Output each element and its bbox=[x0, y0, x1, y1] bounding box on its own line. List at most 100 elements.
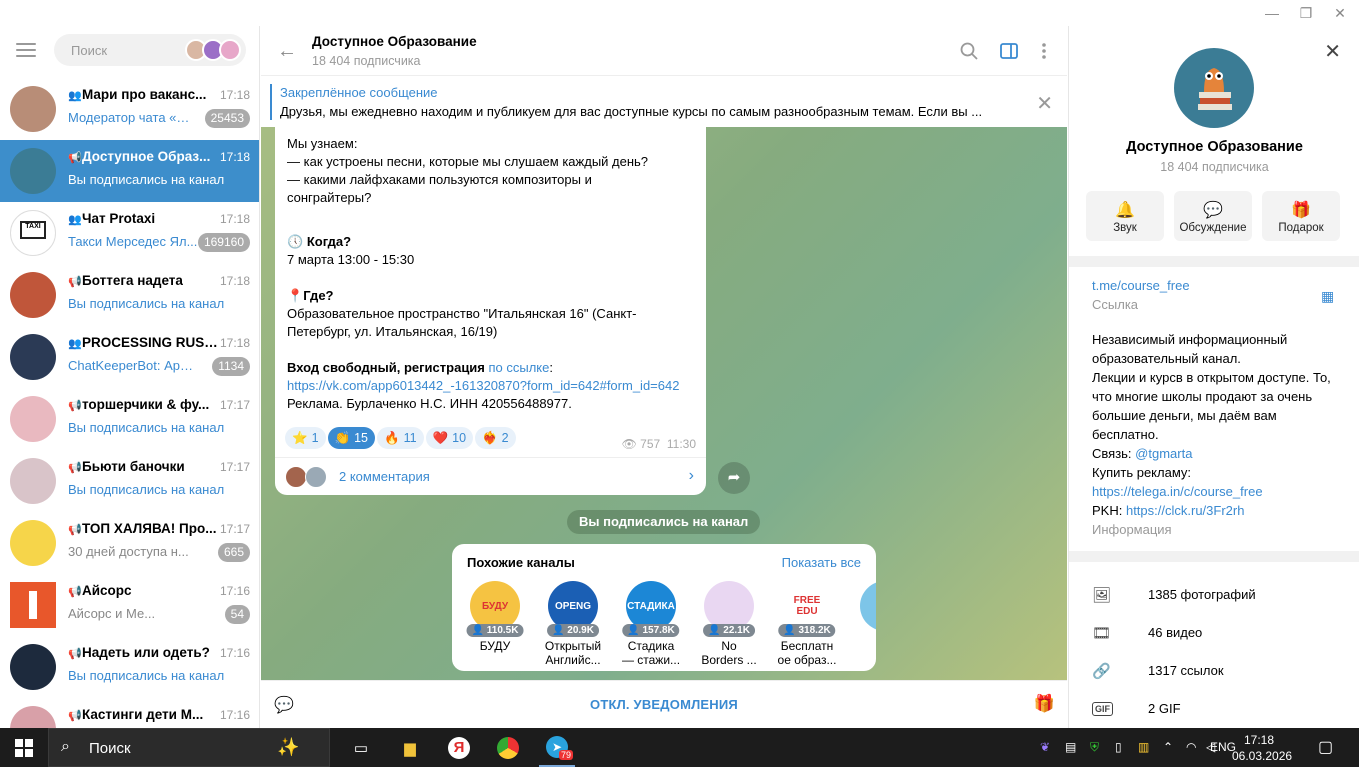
reaction-chip[interactable]: 🔥 11 bbox=[377, 427, 424, 449]
media-row[interactable]: GIF 2 GIF bbox=[1092, 698, 1352, 722]
task-view-icon[interactable]: ▭ bbox=[343, 728, 379, 767]
chat-list-item[interactable]: 📢Боттега надета 17:18 Вы подписались на ка… bbox=[0, 264, 259, 326]
file-explorer-icon[interactable]: ▆ bbox=[392, 728, 428, 767]
action-label: Подарок bbox=[1278, 222, 1324, 234]
clock[interactable]: 17:18 06.03.2026 bbox=[1232, 732, 1292, 764]
gift-icon: 🎁 bbox=[1291, 202, 1311, 219]
qr-code-icon[interactable]: ▦ bbox=[1321, 288, 1337, 304]
profile-panel: ✕ Доступное Образование 18 404 подписчик… bbox=[1068, 26, 1359, 728]
wifi-icon[interactable]: ◠ bbox=[1186, 740, 1196, 754]
share-icon[interactable]: ➦ bbox=[718, 462, 750, 494]
channel-avatar[interactable] bbox=[1174, 48, 1254, 128]
telegram-taskbar-icon[interactable]: ➤ 79 bbox=[539, 728, 575, 767]
side-panel-icon[interactable] bbox=[998, 40, 1020, 62]
similar-channel[interactable]: 👤 22.1K No Borders ... bbox=[699, 581, 759, 671]
back-arrow-icon[interactable]: ← bbox=[277, 40, 297, 63]
maximize-button[interactable]: ❐ bbox=[1287, 0, 1325, 26]
subscriber-count: 110.5K bbox=[486, 625, 519, 636]
chat-title: 👥Чат Protaxi bbox=[68, 211, 218, 226]
feather-icon[interactable]: ❦ bbox=[1040, 740, 1050, 754]
profile-action-button[interactable]: 🔔 Звук bbox=[1086, 191, 1164, 241]
yandex-browser-icon[interactable]: Я bbox=[441, 728, 477, 767]
close-pinned-icon[interactable]: ✕ bbox=[1036, 91, 1053, 116]
search-input[interactable]: Поиск bbox=[54, 34, 246, 66]
gift-icon[interactable]: 🎁 bbox=[1034, 694, 1055, 714]
chat-list-item[interactable]: 📢ТОП ХАЛЯВА! Про... 17:17 30 дней доступа … bbox=[0, 512, 259, 574]
chat-list-item[interactable]: 📢Кастинги дети М... 17:16 bbox=[0, 698, 259, 728]
chat-preview: 30 дней доступа н... bbox=[68, 544, 189, 559]
notifications-icon[interactable]: ▢ bbox=[1318, 737, 1333, 757]
chat-list-item[interactable]: TAXI 👥Чат Protaxi 17:18 Такси Мерседес Ял..… bbox=[0, 202, 259, 264]
chat-avatar bbox=[10, 148, 56, 194]
reaction-chip[interactable]: ⭐ 1 bbox=[285, 427, 326, 449]
chat-list-item[interactable]: 📢Доступное Образ... 17:18 Вы подписались н… bbox=[0, 140, 259, 202]
more-options-icon[interactable] bbox=[1033, 40, 1055, 62]
media-row[interactable]: 🖼 1385 фотографий bbox=[1092, 584, 1352, 608]
chart-tray-icon[interactable]: ▥ bbox=[1138, 740, 1149, 754]
chevron-up-icon[interactable]: ⌃ bbox=[1163, 740, 1173, 754]
similar-channel[interactable]: FREE EDU 👤 318.2K Бесплатн ое образ... bbox=[777, 581, 837, 671]
chat-preview: Айсорс и Ме... bbox=[68, 606, 156, 621]
reaction-chip[interactable]: ❤️ 10 bbox=[425, 427, 474, 449]
reaction-emoji: 👏 bbox=[334, 431, 351, 445]
reaction-chip[interactable]: 👏 15 bbox=[327, 427, 376, 449]
channel-title[interactable]: Доступное Образование bbox=[312, 34, 477, 49]
chat-list-item[interactable]: 📢торшерчики & фу... 17:17 Вы подписались н… bbox=[0, 388, 259, 450]
chat-time: 17:18 bbox=[219, 150, 250, 164]
show-all-link[interactable]: Показать все bbox=[782, 555, 861, 570]
clock-icon: 🕔 bbox=[287, 234, 304, 249]
flag-icon[interactable]: ▤ bbox=[1065, 740, 1076, 754]
chat-list-item[interactable]: 📢Айсорс 17:16 Айсорс и Ме... 54 bbox=[0, 574, 259, 636]
close-panel-icon[interactable]: ✕ bbox=[1324, 39, 1341, 64]
chat-preview: Вы подписались на канал bbox=[68, 420, 225, 435]
reaction-chip[interactable]: ❤️‍🔥 2 bbox=[475, 427, 516, 449]
chrome-icon[interactable] bbox=[490, 728, 526, 767]
chat-list-item[interactable]: 👥PROCESSING RUSS... 17:18 ChatKeeperBot: А… bbox=[0, 326, 259, 388]
ad-link[interactable]: https://telega.in/c/course_free bbox=[1092, 482, 1347, 501]
similar-channel[interactable]: СТАДИКА 👤 157.8K Стадика — стажи... bbox=[621, 581, 681, 671]
subscriber-count: 22.1K bbox=[723, 625, 750, 636]
chat-list-panel: Поиск 👥Мари про ваканс... 17:18 Модератор … bbox=[0, 26, 260, 728]
similar-channel-name: Бесплатн ое образ... bbox=[777, 639, 837, 667]
vk-url-link[interactable]: https://vk.com/app6013442_-161320870?for… bbox=[287, 377, 697, 395]
reaction-count: 10 bbox=[452, 431, 467, 445]
channel-icon: 📢 bbox=[68, 276, 82, 288]
windows-start-icon[interactable] bbox=[0, 728, 48, 767]
chat-list-item[interactable]: 📢Бьюти баночки 17:17 Вы подписались на кан… bbox=[0, 450, 259, 512]
minimize-button[interactable]: — bbox=[1253, 0, 1291, 26]
shield-icon[interactable]: ⛨ bbox=[1090, 740, 1099, 755]
contact-link[interactable]: @tgmarta bbox=[1135, 446, 1192, 461]
close-window-button[interactable]: ✕ bbox=[1321, 0, 1359, 26]
chat-list-item[interactable]: 📢Надеть или одеть? 17:16 Вы подписались на… bbox=[0, 636, 259, 698]
profile-action-button[interactable]: 🎁 Подарок bbox=[1262, 191, 1340, 241]
telegram-window: — ❐ ✕ Поиск 👥Мари про ваканс... 17:18 Моде… bbox=[0, 0, 1359, 728]
menu-icon[interactable] bbox=[16, 43, 36, 57]
rkn-link[interactable]: https://clck.ru/3Fr2rh bbox=[1126, 503, 1244, 518]
channel-link[interactable]: t.me/course_free bbox=[1092, 276, 1347, 295]
pinned-message[interactable]: Закреплённое сообщение Друзья, мы ежедне… bbox=[261, 77, 1067, 127]
chat-list-item[interactable]: 👥Мари про ваканс... 17:18 Модератор чата «… bbox=[0, 78, 259, 140]
mute-button[interactable]: ОТКЛ. УВЕДОМЛЕНИЯ bbox=[261, 697, 1067, 712]
story-avatar[interactable] bbox=[219, 39, 241, 61]
usb-icon[interactable]: ▯ bbox=[1115, 740, 1122, 754]
search-icon: ⌕ bbox=[61, 738, 70, 755]
media-row[interactable]: 🎞 46 видео bbox=[1092, 622, 1352, 646]
similar-channel[interactable]: Bor bbox=[855, 581, 876, 671]
chat-time: 17:17 bbox=[219, 522, 250, 536]
similar-channel[interactable]: OPENG 👤 20.9K Открытый Английс... bbox=[543, 581, 603, 671]
ad-label: Купить рекламу: bbox=[1092, 465, 1192, 480]
registration-link[interactable]: по ссылке bbox=[489, 360, 550, 375]
comments-bar[interactable]: 2 комментария › bbox=[275, 457, 706, 495]
similar-channel[interactable]: БУДУ 👤 110.5K БУДУ bbox=[465, 581, 525, 671]
action-label: Обсуждение bbox=[1179, 222, 1247, 234]
channel-icon: 📢 bbox=[68, 586, 82, 598]
search-icon[interactable] bbox=[958, 40, 980, 62]
media-row[interactable]: 🔗 1317 ссылок bbox=[1092, 660, 1352, 684]
profile-action-button[interactable]: 💬 Обсуждение bbox=[1174, 191, 1252, 241]
chat-avatar bbox=[10, 334, 56, 380]
name-line: Bor bbox=[855, 639, 877, 653]
rkn-label: PKH: bbox=[1092, 503, 1126, 518]
profile-name: Доступное Образование bbox=[1126, 139, 1303, 155]
taskbar-search[interactable]: ⌕ Поиск ✨ bbox=[48, 728, 330, 767]
chat-time: 17:18 bbox=[219, 274, 250, 288]
